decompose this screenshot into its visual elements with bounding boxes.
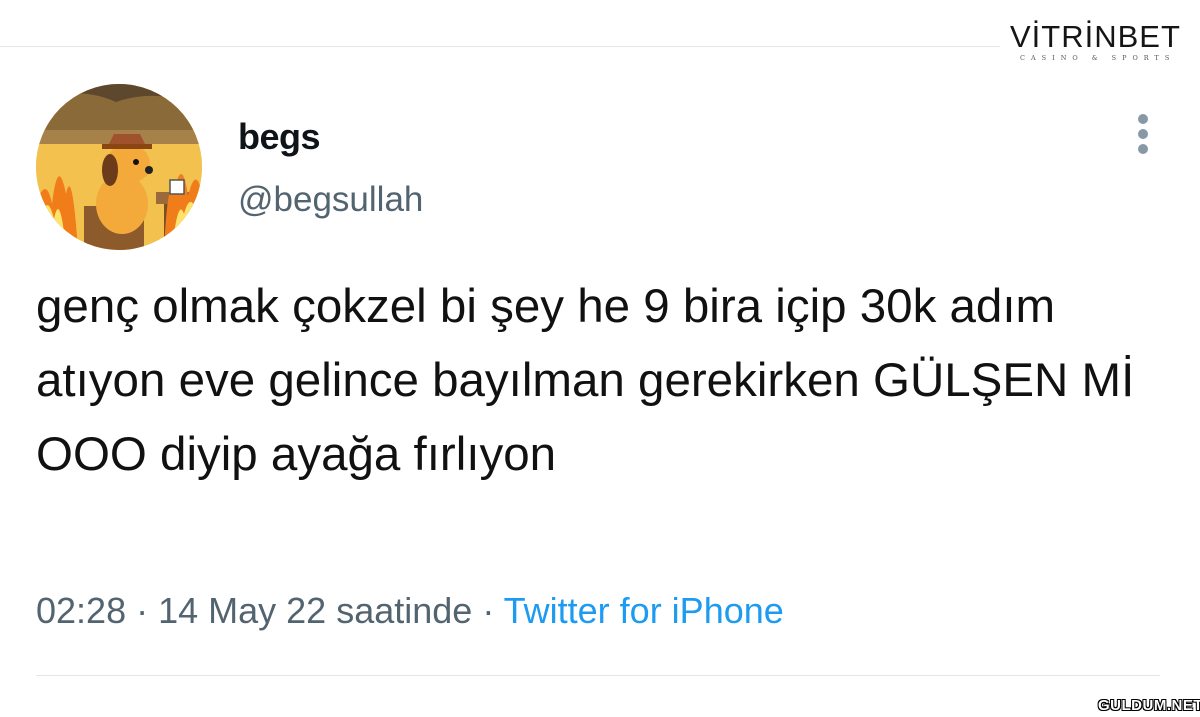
tweet-time[interactable]: 02:28 xyxy=(36,590,126,631)
top-divider xyxy=(0,46,1000,47)
tweet-date[interactable]: 14 May 22 saatinde xyxy=(158,590,472,631)
vitrinbet-watermark: VİTRİNBET CASINO & SPORTS xyxy=(1010,20,1188,68)
more-vertical-icon[interactable] xyxy=(1128,112,1158,156)
tweet-source-link[interactable]: Twitter for iPhone xyxy=(504,590,784,631)
meta-separator: · xyxy=(126,590,159,631)
watermark-brand: VİTRİNBET xyxy=(1010,19,1181,54)
avatar[interactable] xyxy=(36,84,202,250)
display-name[interactable]: begs xyxy=(238,116,321,158)
this-is-fine-dog-icon xyxy=(36,84,202,250)
user-handle[interactable]: @begsullah xyxy=(238,180,423,220)
tweet-text: genç olmak çokzel bi şey he 9 bira içip … xyxy=(36,280,1135,481)
watermark-tagline: CASINO & SPORTS xyxy=(1020,54,1176,62)
guldum-watermark: GULDUM.NET xyxy=(1098,697,1200,714)
tweet-metadata: 02:28 · 14 May 22 saatinde · Twitter for… xyxy=(36,590,784,632)
meta-separator: · xyxy=(472,590,504,631)
bottom-divider xyxy=(36,675,1160,676)
